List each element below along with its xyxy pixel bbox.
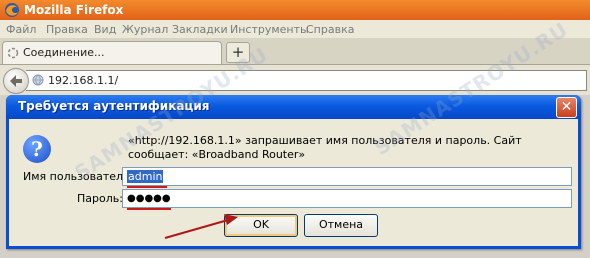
- annotation-arrow-icon: [164, 214, 238, 239]
